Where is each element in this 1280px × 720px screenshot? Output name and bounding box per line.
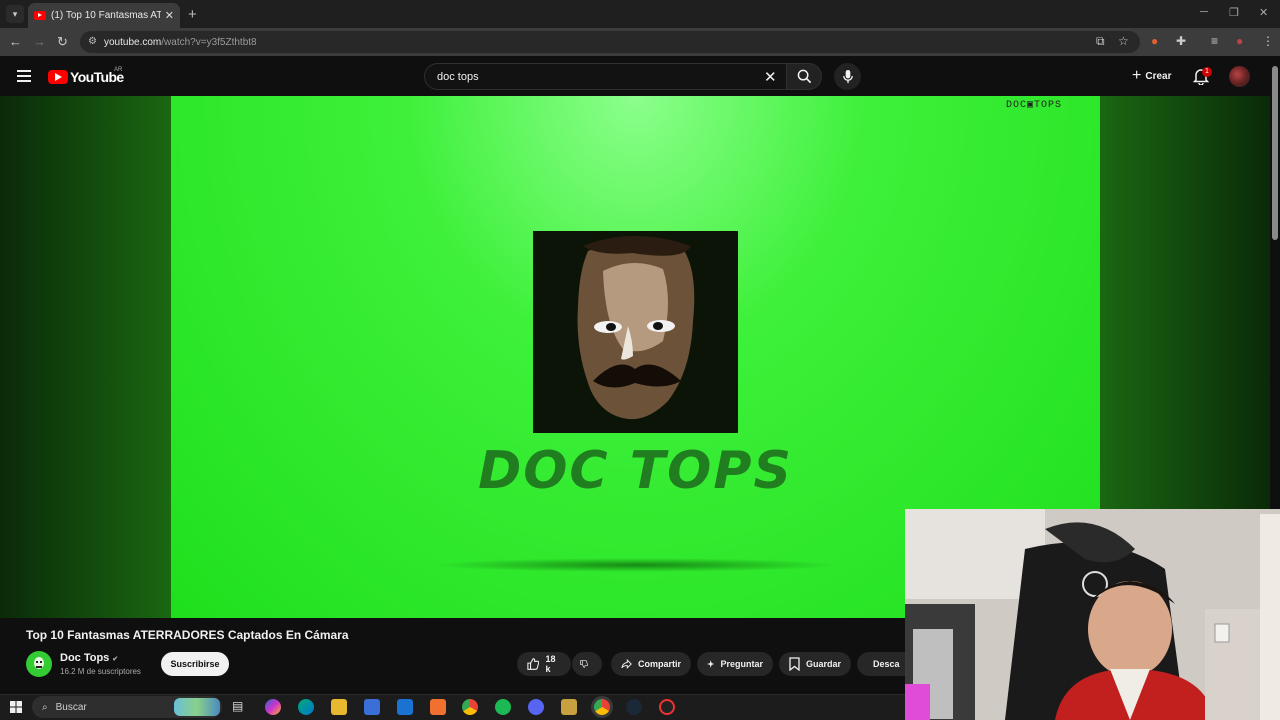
forward-arrow-icon[interactable]: → bbox=[33, 34, 46, 49]
search-input[interactable] bbox=[435, 69, 755, 84]
bookmark-star-icon[interactable]: ☆ bbox=[1118, 34, 1129, 48]
search-highlight-image bbox=[174, 698, 220, 716]
obs-record-icon[interactable] bbox=[659, 699, 675, 715]
search-button[interactable] bbox=[786, 63, 822, 90]
media-control-icon[interactable]: ≡ bbox=[1211, 34, 1218, 48]
share-label: Compartir bbox=[637, 659, 681, 669]
subscribe-button[interactable]: Suscribirse bbox=[161, 652, 229, 676]
save-label: Guardar bbox=[805, 659, 841, 669]
microphone-icon bbox=[842, 69, 853, 84]
extension-flame-icon[interactable]: ● bbox=[1151, 34, 1158, 48]
app-orange-icon[interactable] bbox=[430, 699, 446, 715]
steam-icon[interactable] bbox=[626, 699, 642, 715]
restore-icon[interactable]: ❐ bbox=[1229, 6, 1239, 19]
taskbar-search-icon: ⌕ bbox=[42, 701, 48, 713]
channel-name[interactable]: Doc Tops ✔ bbox=[60, 652, 118, 664]
discord-icon[interactable] bbox=[528, 699, 544, 715]
chrome-active-icon[interactable] bbox=[594, 699, 610, 715]
taskbar-search[interactable]: ⌕ Buscar bbox=[32, 696, 222, 718]
url-host: youtube.com bbox=[104, 36, 162, 48]
download-label: Desca bbox=[873, 659, 900, 669]
ask-label: Preguntar bbox=[720, 659, 763, 669]
country-code: AR bbox=[114, 67, 123, 73]
share-button[interactable]: Compartir bbox=[611, 652, 691, 676]
browser-tab-active[interactable]: (1) Top 10 Fantasmas ATERRADORES Captado… bbox=[28, 3, 180, 28]
dislike-button[interactable] bbox=[572, 652, 602, 676]
tab-title: (1) Top 10 Fantasmas ATERRADORES Captado… bbox=[51, 10, 161, 21]
like-count: 18 k bbox=[545, 654, 556, 674]
site-info-icon[interactable]: ⚙ bbox=[88, 36, 97, 47]
minimize-icon[interactable]: ─ bbox=[1200, 6, 1208, 18]
channel-name-text[interactable]: Doc Tops bbox=[60, 652, 109, 664]
address-bar[interactable]: ⚙ youtube.com/watch?v=y3f5Zthtbt8 bbox=[80, 31, 1140, 53]
profile-icon[interactable]: ● bbox=[1236, 34, 1243, 48]
sparkle-icon bbox=[707, 660, 715, 668]
notification-badge: 1 bbox=[1202, 67, 1212, 77]
video-overlay-text: DOC TOPS bbox=[478, 441, 793, 501]
youtube-logo[interactable]: YouTube bbox=[48, 69, 124, 85]
channel-avatar-icon bbox=[34, 657, 44, 669]
url-path: /watch?v=y3f5Zthtbt8 bbox=[161, 36, 257, 48]
browser-menu-icon[interactable]: ⋮ bbox=[1262, 34, 1274, 48]
ask-button[interactable]: Preguntar bbox=[697, 652, 773, 676]
spotify-icon[interactable] bbox=[495, 699, 511, 715]
thumbs-up-icon bbox=[527, 658, 540, 670]
youtube-favicon-icon bbox=[34, 11, 46, 20]
search-clear-icon[interactable]: ✕ bbox=[764, 68, 777, 86]
create-label: Crear bbox=[1145, 70, 1172, 82]
plus-icon: + bbox=[1132, 67, 1142, 84]
menu-hamburger-icon[interactable] bbox=[17, 70, 31, 82]
webcam-feed-image bbox=[905, 509, 1280, 720]
reload-icon[interactable]: ↻ bbox=[57, 34, 68, 50]
new-tab-button[interactable]: + bbox=[188, 6, 197, 23]
share-arrow-icon bbox=[621, 658, 632, 670]
video-title: Top 10 Fantasmas ATERRADORES Captados En… bbox=[26, 628, 349, 642]
store-icon[interactable] bbox=[364, 699, 380, 715]
face-illustration bbox=[533, 231, 738, 433]
tab-search-button[interactable]: ▾ bbox=[6, 5, 24, 23]
create-button[interactable]: + Crear bbox=[1124, 64, 1179, 88]
search-icon bbox=[797, 69, 811, 84]
bookmark-icon bbox=[789, 657, 800, 671]
channel-avatar[interactable] bbox=[26, 651, 52, 677]
channel-face-logo-image bbox=[533, 231, 738, 433]
install-app-icon[interactable]: ⧉ bbox=[1096, 34, 1105, 49]
file-explorer-icon[interactable] bbox=[331, 699, 347, 715]
taskbar-search-label: Buscar bbox=[55, 701, 87, 713]
window-close-icon[interactable]: ✕ bbox=[1259, 6, 1268, 19]
thumbs-down-icon bbox=[580, 660, 588, 668]
windows-start-icon[interactable] bbox=[10, 700, 22, 718]
task-view-icon[interactable]: ▤ bbox=[232, 699, 248, 715]
verified-check-icon: ✔ bbox=[112, 656, 119, 663]
youtube-play-icon bbox=[48, 70, 68, 84]
scrollbar-thumb[interactable] bbox=[1272, 66, 1278, 240]
copilot-icon[interactable] bbox=[265, 699, 281, 715]
save-button[interactable]: Guardar bbox=[779, 652, 851, 676]
webcam-overlay bbox=[905, 509, 1280, 720]
text-shadow-decoration bbox=[431, 558, 841, 572]
user-avatar[interactable] bbox=[1229, 66, 1250, 87]
like-button[interactable]: 18 k bbox=[517, 652, 571, 676]
voice-search-button[interactable] bbox=[834, 63, 861, 90]
extensions-puzzle-icon[interactable]: ✚ bbox=[1176, 34, 1186, 48]
subscriber-count: 16.2 M de suscriptores bbox=[60, 667, 141, 676]
search-box[interactable] bbox=[424, 63, 786, 90]
edge-icon[interactable] bbox=[298, 699, 314, 715]
chrome-icon[interactable] bbox=[462, 699, 478, 715]
game-launcher-icon[interactable] bbox=[561, 699, 577, 715]
download-button[interactable]: Desca bbox=[857, 652, 905, 676]
outlook-icon[interactable] bbox=[397, 699, 413, 715]
back-arrow-icon[interactable]: ← bbox=[9, 34, 22, 49]
tab-close-icon[interactable]: ✕ bbox=[165, 9, 174, 22]
video-watermark: DOC▣TOPS bbox=[1006, 100, 1063, 111]
